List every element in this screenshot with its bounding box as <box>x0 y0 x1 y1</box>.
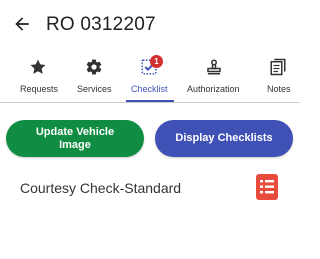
gear-icon <box>86 59 102 75</box>
checklist-count-badge: 1 <box>150 55 163 68</box>
page-title: RO 0312207 <box>46 14 156 35</box>
tab-requests-label: Requests <box>20 84 59 94</box>
tab-services[interactable]: Services <box>72 52 118 102</box>
star-icon <box>30 59 46 74</box>
back-arrow-icon[interactable] <box>12 14 32 34</box>
tab-requests[interactable]: Requests <box>14 52 64 102</box>
notes-icon <box>270 58 286 76</box>
document-icon[interactable] <box>256 174 278 200</box>
tab-notes-label: Notes <box>267 84 291 94</box>
update-vehicle-image-button[interactable]: Update Vehicle Image <box>6 120 144 157</box>
tab-authorization-label: Authorization <box>187 84 240 94</box>
tab-services-label: Services <box>77 84 112 94</box>
checklist-item-label: Courtesy Check-Standard <box>20 180 182 196</box>
tab-checklist-label: Checklist <box>131 84 168 94</box>
display-checklists-label: Display Checklists <box>175 132 273 144</box>
tab-notes[interactable]: Notes <box>258 52 300 102</box>
checklist-item[interactable]: Courtesy Check-Standard <box>0 168 300 208</box>
display-checklists-button[interactable]: Display Checklists <box>155 120 293 157</box>
update-vehicle-image-label: Update Vehicle Image <box>35 125 115 151</box>
stamp-icon <box>207 59 221 75</box>
tabs-divider <box>0 102 300 103</box>
tab-authorization[interactable]: Authorization <box>180 52 250 102</box>
app-bar: RO 0312207 <box>0 0 300 50</box>
